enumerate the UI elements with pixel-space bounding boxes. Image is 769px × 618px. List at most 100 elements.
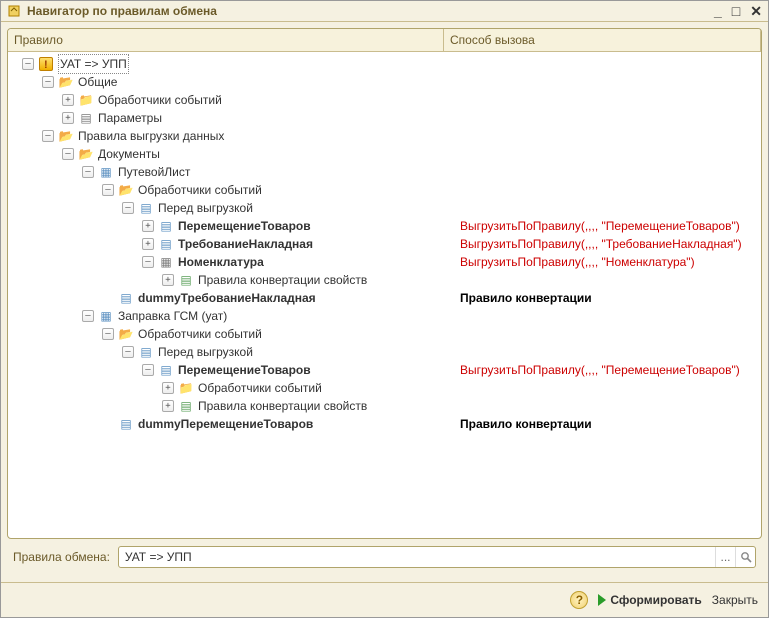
node-label: Перед выгрузкой (158, 199, 253, 217)
doc-icon: ▤ (118, 290, 134, 306)
expander-icon[interactable]: – (122, 202, 134, 214)
tree-row-move-goods-2-handlers[interactable]: + 📁 Обработчики событий (8, 379, 761, 397)
tree-row-root[interactable]: – УАТ => УПП (8, 55, 761, 73)
node-label: ПутевойЛист (118, 163, 190, 181)
doc-icon: ▤ (158, 236, 174, 252)
rules-exchange-combo[interactable]: УАТ => УПП ... (118, 546, 756, 568)
expander-icon[interactable]: + (162, 274, 174, 286)
tree-panel: Правило Способ вызова – УАТ => УПП – (7, 28, 762, 539)
tree-row-export[interactable]: – 📂 Правила выгрузки данных (8, 127, 761, 145)
folder-open-icon: 📂 (118, 326, 134, 342)
expander-icon[interactable]: + (142, 220, 154, 232)
tree-row-nomenkl-props[interactable]: + ▤ Правила конвертации свойств (8, 271, 761, 289)
node-label: Параметры (98, 109, 162, 127)
folder-icon: 📁 (78, 92, 94, 108)
node-label: УАТ => УПП (58, 54, 129, 74)
tree-row-dummy-treb[interactable]: ▤ dummyТребованиеНакладная Правило конве… (8, 289, 761, 307)
node-label: Обработчики событий (138, 325, 262, 343)
expander-icon[interactable]: – (42, 130, 54, 142)
doc-icon: ▤ (158, 218, 174, 234)
node-label: Перед выгрузкой (158, 343, 253, 361)
call-text: Правило конвертации (460, 417, 592, 431)
expander-icon[interactable]: + (62, 94, 74, 106)
maximize-button[interactable]: □ (732, 5, 740, 17)
expander-icon[interactable]: – (142, 256, 154, 268)
props-icon: ▤ (178, 272, 194, 288)
window-title: Навигатор по правилам обмена (27, 4, 714, 18)
list-icon: ▦ (158, 254, 174, 270)
combo-search-button[interactable] (735, 547, 755, 567)
doc-icon: ▦ (98, 308, 114, 324)
combo-text: УАТ => УПП (125, 550, 715, 564)
doc-icon: ▤ (138, 344, 154, 360)
tree-row-common[interactable]: – 📂 Общие (8, 73, 761, 91)
expander-icon[interactable]: – (102, 184, 114, 196)
expander-icon[interactable]: – (82, 166, 94, 178)
rules-exchange-label: Правила обмена: (13, 550, 110, 564)
tree-row-common-handlers[interactable]: + 📁 Обработчики событий (8, 91, 761, 109)
expander-icon[interactable]: + (62, 112, 74, 124)
doc-icon: ▤ (158, 362, 174, 378)
tree-row-zapravka-before[interactable]: – ▤ Перед выгрузкой (8, 343, 761, 361)
expander-icon[interactable]: – (22, 58, 34, 70)
node-label: Заправка ГСМ (уат) (118, 307, 227, 325)
expander-icon[interactable]: + (142, 238, 154, 250)
close-button[interactable]: Закрыть (712, 593, 758, 607)
expander-none (102, 418, 114, 430)
doc-icon: ▤ (138, 200, 154, 216)
node-label: Обработчики событий (198, 379, 322, 397)
folder-open-icon: 📂 (58, 128, 74, 144)
tree-row-zapravka-handlers[interactable]: – 📂 Обработчики событий (8, 325, 761, 343)
tree-row-dummy-move[interactable]: ▤ dummyПеремещениеТоваров Правило конвер… (8, 415, 761, 433)
call-text: ВыгрузитьПоПравилу(,,,, "ТребованиеНакла… (460, 237, 742, 251)
doc-icon: ▦ (98, 164, 114, 180)
doc-icon: ▤ (118, 416, 134, 432)
call-text: Правило конвертации (460, 291, 592, 305)
tree-body[interactable]: – УАТ => УПП – 📂 Общие + (8, 52, 761, 538)
expander-icon[interactable]: – (62, 148, 74, 160)
tree-row-move-goods-2[interactable]: – ▤ ПеремещениеТоваров ВыгрузитьПоПравил… (8, 361, 761, 379)
expander-icon[interactable]: – (122, 346, 134, 358)
node-label: ПеремещениеТоваров (178, 217, 311, 235)
tree-row-putevoy-before[interactable]: – ▤ Перед выгрузкой (8, 199, 761, 217)
close-window-button[interactable]: ✕ (750, 5, 762, 17)
node-label: dummyПеремещениеТоваров (138, 415, 313, 433)
node-label: dummyТребованиеНакладная (138, 289, 316, 307)
expander-icon[interactable]: + (162, 382, 174, 394)
expander-icon[interactable]: – (142, 364, 154, 376)
column-call[interactable]: Способ вызова (444, 29, 761, 51)
tree-row-zapravka[interactable]: – ▦ Заправка ГСМ (уат) (8, 307, 761, 325)
node-label: Обработчики событий (138, 181, 262, 199)
node-label: Правила конвертации свойств (198, 271, 367, 289)
expander-icon[interactable]: – (82, 310, 94, 322)
expander-icon[interactable]: – (102, 328, 114, 340)
minimize-button[interactable]: _ (714, 5, 722, 17)
help-button[interactable]: ? (570, 591, 588, 609)
warning-icon (38, 56, 54, 72)
tree-row-putevoy[interactable]: – ▦ ПутевойЛист (8, 163, 761, 181)
column-rule[interactable]: Правило (8, 29, 444, 51)
app-icon (7, 4, 21, 18)
node-label: ТребованиеНакладная (178, 235, 313, 253)
props-icon: ▤ (178, 398, 194, 414)
expander-icon[interactable]: + (162, 400, 174, 412)
tree-row-move-goods-1[interactable]: + ▤ ПеремещениеТоваров ВыгрузитьПоПравил… (8, 217, 761, 235)
node-label: Правила конвертации свойств (198, 397, 367, 415)
tree-header: Правило Способ вызова (8, 29, 761, 52)
tree-row-common-params[interactable]: + ▤ Параметры (8, 109, 761, 127)
tree-row-documents[interactable]: – 📂 Документы (8, 145, 761, 163)
expander-icon[interactable]: – (42, 76, 54, 88)
titlebar: Навигатор по правилам обмена _ □ ✕ (1, 1, 768, 22)
folder-open-icon: 📂 (118, 182, 134, 198)
tree-row-treb-nakl[interactable]: + ▤ ТребованиеНакладная ВыгрузитьПоПрави… (8, 235, 761, 253)
generate-button[interactable]: Сформировать (598, 593, 701, 607)
tree-row-putevoy-handlers[interactable]: – 📂 Обработчики событий (8, 181, 761, 199)
tree-row-nomenkl[interactable]: – ▦ Номенклатура ВыгрузитьПоПравилу(,,,,… (8, 253, 761, 271)
node-label: Общие (78, 73, 117, 91)
tree-row-move-goods-2-props[interactable]: + ▤ Правила конвертации свойств (8, 397, 761, 415)
combo-ellipsis-button[interactable]: ... (715, 547, 735, 567)
list-icon: ▤ (78, 110, 94, 126)
call-text: ВыгрузитьПоПравилу(,,,, "ПеремещениеТова… (460, 219, 740, 233)
node-label: Обработчики событий (98, 91, 222, 109)
generate-label: Сформировать (610, 593, 701, 607)
